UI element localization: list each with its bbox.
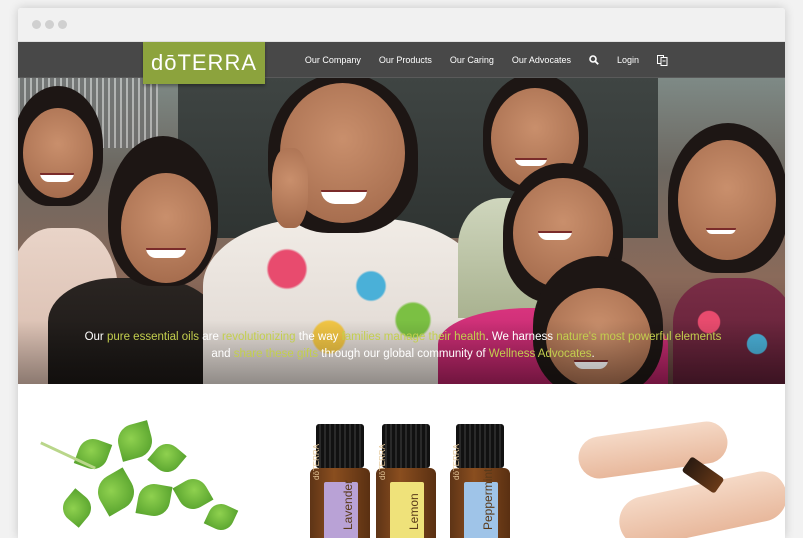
bottle-cap (316, 424, 364, 468)
bottle-cap (382, 424, 430, 468)
nav-links: Our Company Our Products Our Caring Our … (287, 42, 668, 78)
bottle-name: Lemon (407, 493, 421, 530)
bottle-name: Lavender (341, 479, 355, 530)
nav-our-caring[interactable]: Our Caring (450, 55, 494, 65)
bottle-brand: dōTERRA (452, 443, 461, 480)
browser-chrome (18, 8, 785, 42)
bottle-brand: dōTERRA (312, 443, 321, 480)
nav-our-products[interactable]: Our Products (379, 55, 432, 65)
nav-our-company[interactable]: Our Company (305, 55, 361, 65)
hero-caption: Our pure essential oils are revolutioniz… (84, 331, 722, 360)
product-bottle[interactable]: dōTERRA Lavender (310, 424, 370, 538)
bottle-brand: dōTERRA (378, 443, 387, 480)
window-dot-maximize[interactable] (58, 20, 67, 29)
doterra-logo[interactable]: dōTERRA (143, 42, 265, 84)
website: Our Company Our Products Our Caring Our … (18, 42, 785, 538)
browser-window: Our Company Our Products Our Caring Our … (18, 8, 785, 538)
bottle-name: Peppermint (481, 468, 495, 530)
nav-login[interactable]: Login (617, 55, 639, 65)
products-section: dōTERRA Lavender dōTERRA Lemon dōTERRA P… (18, 384, 785, 538)
window-dot-minimize[interactable] (45, 20, 54, 29)
top-navigation: Our Company Our Products Our Caring Our … (18, 42, 785, 78)
hero-banner: Our pure essential oils are revolutioniz… (18, 78, 785, 384)
product-bottle[interactable]: dōTERRA Peppermint (450, 424, 510, 538)
bottle-label: Lavender (324, 479, 358, 538)
bottle-label: Peppermint (464, 469, 498, 538)
bottle-label: Lemon (390, 482, 424, 538)
product-bottle[interactable]: dōTERRA Lemon (376, 424, 436, 538)
language-icon[interactable] (657, 54, 668, 66)
bottle-cap (456, 424, 504, 468)
nav-our-advocates[interactable]: Our Advocates (512, 55, 571, 65)
window-dot-close[interactable] (32, 20, 41, 29)
search-icon[interactable] (589, 55, 599, 65)
